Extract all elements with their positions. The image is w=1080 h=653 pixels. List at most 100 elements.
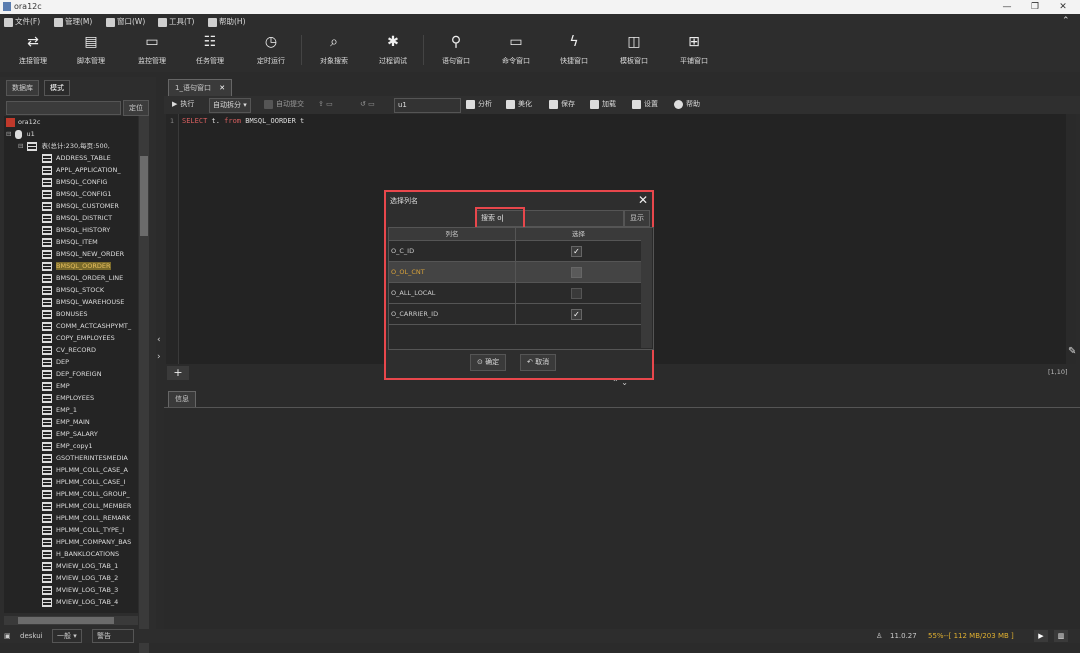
tab-info[interactable]: 信息 — [168, 391, 196, 407]
tree-schema[interactable]: ⊟ u1 — [6, 128, 35, 140]
toolbar-template-window[interactable]: ◫ 模板窗口 — [606, 32, 662, 66]
toolbar-script-manager[interactable]: ▤ 脚本管理 — [63, 32, 119, 66]
table-row[interactable]: O_CARRIER_ID ✓ — [389, 303, 641, 325]
toolbar-task-manager[interactable]: ☷ 任务管理 — [182, 32, 238, 66]
table-tree-item[interactable]: BMSQL_CONFIG1 — [42, 188, 112, 200]
tab-statement-window[interactable]: 1_语句窗口 ✕ — [168, 79, 233, 96]
close-icon[interactable]: ✕ — [638, 193, 648, 207]
table-tree-item[interactable]: GSOTHERINTESMEDIA — [42, 452, 128, 464]
log-level-select[interactable]: 一般 ▾ — [52, 629, 82, 643]
row-checkbox[interactable]: ✓ — [571, 309, 582, 320]
tree-table-group[interactable]: ⊟ 表(总计:230,每页:500, — [18, 140, 110, 152]
table-tree-item[interactable]: BMSQL_CUSTOMER — [42, 200, 119, 212]
tree-filter-input[interactable] — [6, 101, 121, 115]
toolbar-object-search[interactable]: ⌕ 对象搜索 — [306, 32, 362, 66]
menu-manage[interactable]: 管理(M) — [54, 16, 92, 27]
select-header[interactable]: 选择 — [516, 228, 642, 240]
row-checkbox[interactable] — [571, 267, 582, 278]
scrollbar-thumb[interactable] — [140, 156, 148, 236]
table-tree-item[interactable]: BMSQL_STOCK — [42, 284, 104, 296]
table-tree-item[interactable]: BMSQL_CONFIG — [42, 176, 107, 188]
toolbar-monitor-manager[interactable]: ▭ 监控管理 — [124, 32, 180, 66]
tab-database[interactable]: 数据库 — [6, 80, 39, 96]
table-tree-item[interactable]: BMSQL_DISTRICT — [42, 212, 112, 224]
auto-commit-toggle[interactable]: 自动提交 — [264, 98, 304, 111]
beautify-button[interactable]: 美化 — [506, 98, 532, 111]
table-tree-item[interactable]: BMSQL_OORDER — [42, 260, 111, 272]
editor-scrollbar[interactable] — [1066, 114, 1076, 364]
table-tree-item[interactable]: MVIEW_LOG_TAB_2 — [42, 572, 118, 584]
locate-button[interactable]: 定位 — [123, 100, 149, 116]
table-tree-item[interactable]: MVIEW_LOG_TAB_4 — [42, 596, 118, 608]
toolbar-connection-manager[interactable]: ⇄ 连接管理 — [5, 32, 61, 66]
tree-root[interactable]: ora12c — [6, 116, 40, 128]
sql-code-line[interactable]: SELECT t. from BMSQL_OORDER t — [182, 117, 304, 125]
execute-button[interactable]: ▶ 执行 — [172, 98, 194, 111]
expand-right-icon[interactable]: › — [157, 352, 161, 362]
table-tree-item[interactable]: BMSQL_WAREHOUSE — [42, 296, 124, 308]
table-tree-item[interactable]: HPLMM_COLL_CASE_A — [42, 464, 128, 476]
menu-help[interactable]: 帮助(H) — [208, 16, 246, 27]
row-checkbox[interactable]: ✓ — [571, 246, 582, 257]
run-icon[interactable]: ▶ — [1034, 630, 1048, 642]
table-tree-item[interactable]: HPLMM_COLL_MEMBER — [42, 500, 131, 512]
table-tree-item[interactable]: EMP — [42, 380, 70, 392]
table-tree-item[interactable]: EMP_1 — [42, 404, 77, 416]
grid-scrollbar[interactable] — [641, 228, 652, 348]
add-button[interactable]: + — [167, 366, 189, 380]
cancel-button[interactable]: ↶ 取消 — [520, 354, 557, 371]
load-button[interactable]: 加载 — [590, 98, 616, 111]
menu-window[interactable]: 窗口(W) — [106, 16, 145, 27]
table-row[interactable]: O_C_ID ✓ — [389, 240, 641, 261]
show-button[interactable]: 显示 — [624, 210, 650, 227]
close-tab-icon[interactable]: ✕ — [219, 84, 225, 92]
table-tree-item[interactable]: BMSQL_ITEM — [42, 236, 98, 248]
collapse-toolbar-icon[interactable]: ⌃ — [1062, 16, 1070, 26]
close-button[interactable]: ✕ — [1052, 1, 1074, 13]
tree-vertical-scrollbar[interactable] — [139, 116, 149, 653]
table-tree-item[interactable]: BMSQL_NEW_ORDER — [42, 248, 124, 260]
row-checkbox[interactable] — [571, 288, 582, 299]
table-tree-item[interactable]: COPY_EMPLOYEES — [42, 332, 115, 344]
table-tree-item[interactable]: MVIEW_LOG_TAB_1 — [42, 560, 118, 572]
minimize-button[interactable]: — — [996, 1, 1018, 13]
toolbar-tile-window[interactable]: ⊞ 平铺窗口 — [666, 32, 722, 66]
table-tree-item[interactable]: EMP_SALARY — [42, 428, 98, 440]
toolbar-quick-window[interactable]: ϟ 快捷窗口 — [546, 32, 602, 66]
column-name-header[interactable]: 列名 — [389, 228, 516, 240]
schema-select[interactable]: u1 — [394, 98, 461, 113]
wrench-icon[interactable]: ✎ — [1068, 346, 1076, 357]
table-tree-item[interactable]: H_BANKLOCATIONS — [42, 548, 119, 560]
menu-file[interactable]: 文件(F) — [4, 16, 40, 27]
toolbar-statement-window[interactable]: ⚲ 语句窗口 — [428, 32, 484, 66]
menu-tools[interactable]: 工具(T) — [158, 16, 194, 27]
warning-filter[interactable]: 警告 — [92, 629, 134, 643]
settings-button[interactable]: 设置 — [632, 98, 658, 111]
table-row[interactable]: O_ALL_LOCAL — [389, 282, 641, 303]
rollback-icon[interactable]: ↺ ▭ — [360, 98, 375, 111]
table-tree-item[interactable]: HPLMM_COLL_REMARK — [42, 512, 131, 524]
table-tree-item[interactable]: EMP_copy1 — [42, 440, 93, 452]
table-tree-item[interactable]: BMSQL_HISTORY — [42, 224, 110, 236]
commit-icon[interactable]: ⇪ ▭ — [318, 98, 333, 111]
table-tree-item[interactable]: BMSQL_ORDER_LINE — [42, 272, 123, 284]
table-tree-item[interactable]: HPLMM_COLL_TYPE_I — [42, 524, 124, 536]
table-tree-item[interactable]: EMP_MAIN — [42, 416, 90, 428]
toolbar-command-window[interactable]: ▭ 命令窗口 — [488, 32, 544, 66]
table-tree-item[interactable]: COMM_ACTCASHPYMT_ — [42, 320, 131, 332]
restore-button[interactable]: ❐ — [1024, 1, 1046, 13]
ok-button[interactable]: ⊙ 确定 — [470, 354, 507, 371]
scrollbar-thumb[interactable] — [18, 617, 114, 624]
table-tree-item[interactable]: APPL_APPLICATION_ — [42, 164, 121, 176]
help-button[interactable]: 帮助 — [674, 98, 700, 111]
auto-split-select[interactable]: 自动拆分 ▾ — [209, 98, 251, 113]
table-tree-item[interactable]: BONUSES — [42, 308, 87, 320]
toolbar-scheduled-run[interactable]: ◷ 定时运行 — [243, 32, 299, 66]
tab-schema[interactable]: 模式 — [44, 80, 70, 96]
table-tree-item[interactable]: HPLMM_COLL_GROUP_ — [42, 488, 130, 500]
table-tree-item[interactable]: ADDRESS_TABLE — [42, 152, 111, 164]
table-tree-item[interactable]: HPLMM_COLL_CASE_I — [42, 476, 125, 488]
table-tree-item[interactable]: HPLMM_COMPANY_BAS — [42, 536, 131, 548]
table-row[interactable]: O_OL_CNT — [389, 261, 641, 282]
collapse-left-icon[interactable]: ‹ — [157, 335, 161, 345]
